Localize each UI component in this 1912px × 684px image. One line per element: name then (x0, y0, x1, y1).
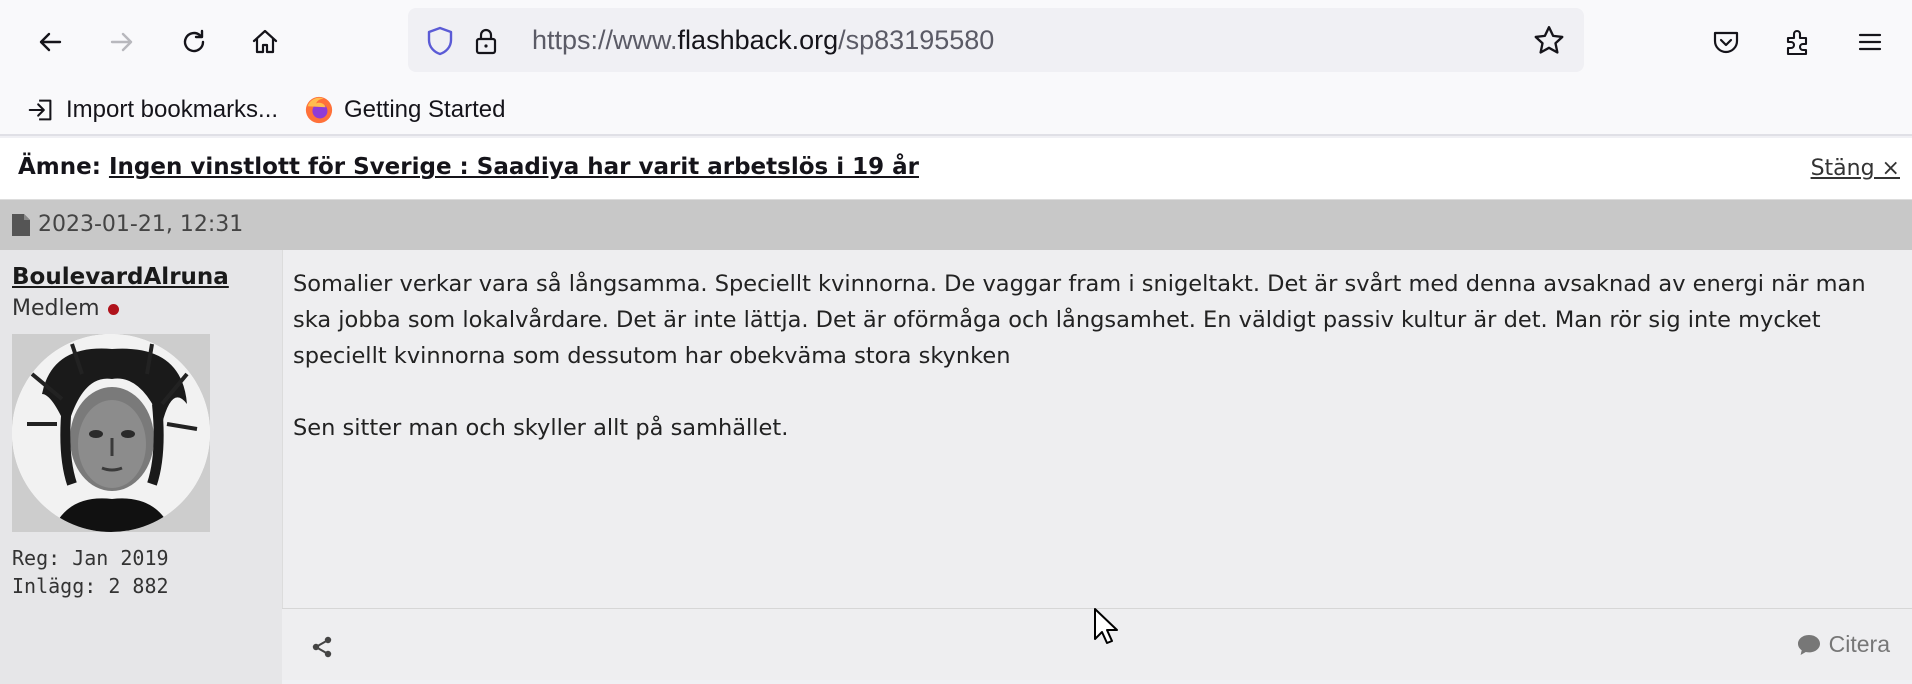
menu-button[interactable] (1848, 20, 1892, 64)
reload-button[interactable] (172, 20, 216, 64)
bookmark-import[interactable]: Import bookmarks... (26, 92, 278, 128)
reload-icon (183, 29, 205, 53)
post-text-line: ska jobba som lokalvårdare. Det är inte … (293, 307, 1821, 333)
close-link[interactable]: Stäng × (1811, 156, 1900, 181)
topic-prefix: Ämne: (18, 154, 101, 180)
extensions-icon (1786, 30, 1808, 56)
post-date: 2023-01-21, 12:31 (38, 212, 244, 237)
url-prefix: https://www. (532, 25, 678, 55)
post-text-line: speciellt kvinnorna som dessutom har obe… (293, 343, 1011, 369)
firefox-icon (305, 96, 333, 124)
topic-bar: Ämne: Ingen vinstlott för Sverige : Saad… (0, 138, 1912, 200)
topic-heading: Ämne: Ingen vinstlott för Sverige : Saad… (18, 154, 919, 180)
avatar[interactable] (12, 334, 210, 532)
browser-toolbar: https://www.flashback.org/sp83195580 (0, 0, 1912, 84)
menu-icon (1858, 33, 1882, 51)
mouse-cursor-icon (1094, 608, 1118, 644)
forward-button[interactable] (100, 20, 144, 64)
share-icon[interactable] (310, 635, 334, 659)
bookmarks-toolbar: Import bookmarks... Getting Started (0, 84, 1912, 136)
quote-label: Citera (1828, 631, 1890, 657)
url-path: /sp83195580 (838, 25, 995, 55)
extensions-button[interactable] (1776, 20, 1820, 64)
post-text-line: Somalier verkar vara så långsamma. Speci… (293, 271, 1866, 297)
home-icon (252, 29, 278, 54)
forward-icon (110, 32, 133, 52)
speech-bubble-icon (1797, 634, 1820, 655)
home-button[interactable] (243, 20, 287, 64)
back-icon (39, 32, 62, 52)
url-bar[interactable]: https://www.flashback.org/sp83195580 (408, 8, 1584, 72)
post-date-bar: 2023-01-21, 12:31 (0, 200, 1912, 250)
star-icon[interactable] (1532, 24, 1566, 58)
quote-button[interactable]: Citera (1797, 631, 1890, 658)
user-role: Medlem (12, 296, 119, 321)
user-panel: BoulevardAlruna Medlem Reg: Jan 2019 Inl… (0, 250, 282, 684)
bookmark-getting-started[interactable]: Getting Started (304, 92, 505, 128)
document-icon (12, 214, 30, 236)
url-text[interactable]: https://www.flashback.org/sp83195580 (532, 8, 994, 72)
lock-icon[interactable] (470, 25, 502, 57)
topic-link[interactable]: Ingen vinstlott för Sverige : Saadiya ha… (109, 154, 919, 180)
pocket-icon (1713, 31, 1739, 54)
online-status-dot (107, 303, 119, 315)
bookmark-import-label: Import bookmarks... (66, 96, 279, 123)
user-registered: Reg: Jan 2019 (12, 546, 169, 570)
avatar-image (12, 334, 210, 532)
user-post-count: Inlägg: 2 882 (12, 574, 169, 598)
username-link[interactable]: BoulevardAlruna (12, 264, 229, 290)
shield-icon[interactable] (424, 25, 456, 57)
bookmark-getting-started-label: Getting Started (344, 96, 506, 123)
user-role-label: Medlem (12, 296, 100, 321)
pocket-button[interactable] (1704, 20, 1748, 64)
import-icon (28, 99, 52, 121)
back-button[interactable] (28, 20, 72, 64)
post-message: Somalier verkar vara så långsamma. Speci… (282, 250, 1912, 608)
url-domain: flashback.org (677, 25, 839, 55)
post-text-line: Sen sitter man och skyller allt på samhä… (293, 415, 789, 441)
